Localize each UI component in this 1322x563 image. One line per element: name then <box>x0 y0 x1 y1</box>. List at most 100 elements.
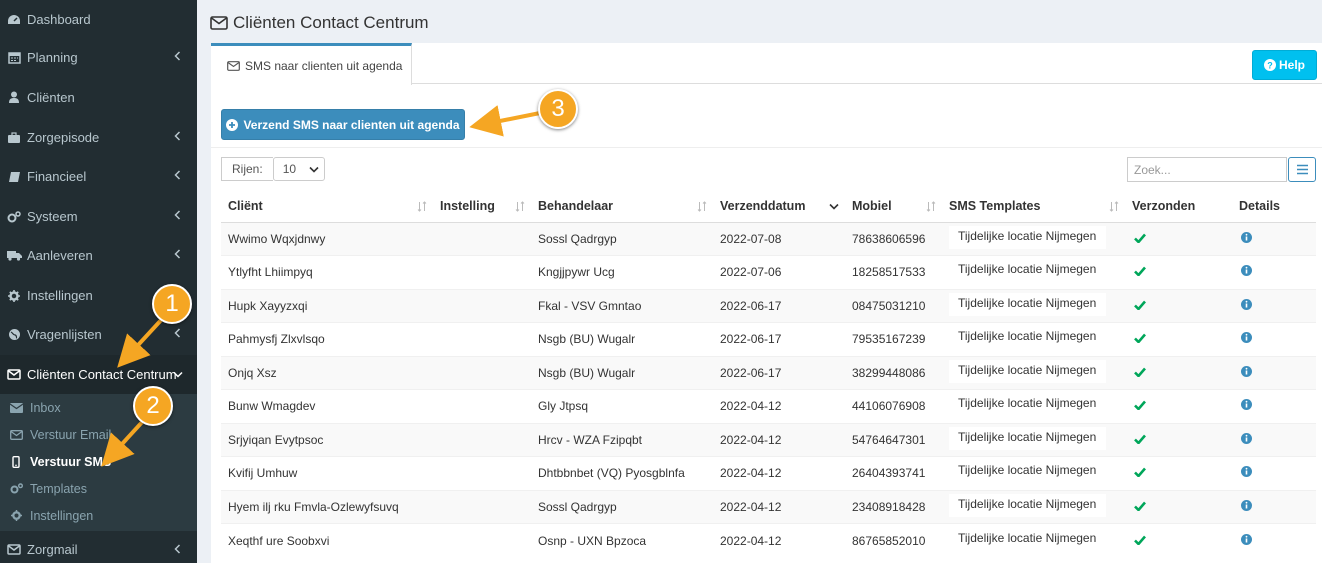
cell-verzonden <box>1125 221 1232 256</box>
submenu-item-label: Verstuur Email <box>30 427 112 442</box>
cell-details <box>1232 456 1316 490</box>
column-header[interactable]: Verzenddatum <box>713 190 845 223</box>
cell-instelling <box>433 489 531 524</box>
column-visibility-button[interactable] <box>1288 157 1316 182</box>
info-icon[interactable] <box>1241 231 1253 244</box>
column-header[interactable]: Mobiel <box>845 190 942 223</box>
template-label: Tijdelijke locatie Nijmegen <box>949 460 1107 484</box>
cell-client: Srjyiqan Evytpsoc <box>221 422 433 457</box>
info-icon[interactable] <box>1241 399 1253 411</box>
info-icon[interactable] <box>1241 332 1253 344</box>
cell-verzonden <box>1125 489 1232 524</box>
cell-details <box>1232 389 1316 423</box>
calendar-icon <box>6 51 22 65</box>
cell-behandelaar: Nsgb (BU) Wugalr <box>531 355 713 390</box>
cell-instelling <box>433 221 531 256</box>
template-label: Tijdelijke locatie Nijmegen <box>949 259 1107 283</box>
sidebar-item-aanleveren[interactable]: Aanleveren <box>0 236 197 275</box>
sidebar-item-zorgmail[interactable]: Zorgmail <box>0 531 197 563</box>
submenu-item-label: Verstuur SMS <box>30 454 112 469</box>
cell-behandelaar: Fkal - VSV Gmntao <box>531 288 713 323</box>
gear-icon <box>6 289 22 303</box>
submenu-item-templates[interactable]: Templates <box>0 475 197 502</box>
sidebar-item-zorgepisode[interactable]: Zorgepisode <box>0 118 197 157</box>
envelope-outline-icon <box>9 429 23 441</box>
sort-icon <box>697 201 707 212</box>
template-label: Tijdelijke locatie Nijmegen <box>949 426 1107 450</box>
cell-datum: 2022-04-12 <box>713 422 845 457</box>
cell-instelling <box>433 389 531 423</box>
cell-client: Wwimo Wqxjdnwy <box>221 221 433 256</box>
sidebar-item-clienten[interactable]: Cliënten <box>0 78 197 117</box>
cell-verzonden <box>1125 422 1232 457</box>
info-icon[interactable] <box>1241 432 1253 445</box>
table-header-row: Cliënt Instelling Behandelaar Verzenddatum M… <box>221 190 1316 223</box>
cell-details <box>1232 255 1316 289</box>
submenu-item-label: Instellingen <box>30 508 94 523</box>
column-header[interactable]: Instelling <box>433 190 531 223</box>
sidebar-item-label: Aanleveren <box>27 248 93 263</box>
cell-mobiel: 86765852010 <box>845 523 942 557</box>
cell-behandelaar: Gly Jtpsq <box>531 389 713 423</box>
cell-template: Tijdelijke locatie Nijmegen <box>942 389 1125 423</box>
submenu-item-label: Inbox <box>30 400 61 415</box>
table-row: Wwimo Wqxjdnwy Sossl Qadrgyp 2022-07-08 786… <box>221 221 1316 256</box>
envelope-icon <box>6 368 22 382</box>
column-header: Details <box>1232 190 1316 223</box>
help-button[interactable]: ? Help <box>1252 50 1317 80</box>
sidebar-item-dashboard[interactable]: Dashboard <box>0 0 197 39</box>
rows-select[interactable]: 10 <box>272 157 325 181</box>
cell-details <box>1232 221 1316 256</box>
check-icon <box>1134 535 1146 547</box>
info-icon[interactable] <box>1241 298 1253 311</box>
info-icon[interactable] <box>1241 466 1253 478</box>
sidebar-item-systeem[interactable]: Systeem <box>0 197 197 236</box>
sidebar-item-planning[interactable]: Planning <box>0 38 197 77</box>
info-icon[interactable] <box>1241 365 1253 378</box>
book-icon <box>6 170 22 184</box>
sidebar-item-clienten-contact-centrum[interactable]: Cliënten Contact Centrum <box>0 355 197 394</box>
table-row: Kvifij Umhuw Dhtbbnbet (VQ) Pyosgblnfa 202… <box>221 456 1316 490</box>
check-icon <box>1134 266 1146 278</box>
annotation-badge-1: 1 <box>152 284 192 324</box>
info-icon[interactable] <box>1241 499 1253 512</box>
dashboard-icon <box>6 13 22 27</box>
cell-template: Tijdelijke locatie Nijmegen <box>942 221 1125 256</box>
sidebar-item-label: Financieel <box>27 169 87 184</box>
send-sms-button[interactable]: Verzend SMS naar clienten uit agenda <box>221 109 465 140</box>
submenu-item-verstuur-sms[interactable]: Verstuur SMS <box>0 448 197 475</box>
cell-template: Tijdelijke locatie Nijmegen <box>942 523 1125 557</box>
cell-datum: 2022-04-12 <box>713 456 845 490</box>
tab-sms-naar-clienten[interactable]: SMS naar clienten uit agenda <box>211 43 412 85</box>
chevron-left-icon <box>174 210 181 220</box>
cell-template: Tijdelijke locatie Nijmegen <box>942 355 1125 390</box>
cell-instelling <box>433 255 531 289</box>
column-header[interactable]: Behandelaar <box>531 190 713 223</box>
column-header[interactable]: SMS Templates <box>942 190 1125 223</box>
cell-verzonden <box>1125 389 1232 423</box>
divider <box>211 147 1322 148</box>
submenu-item-instellingen[interactable]: Instellingen <box>0 502 197 529</box>
column-header[interactable]: Cliënt <box>221 190 433 223</box>
info-icon[interactable] <box>1241 533 1253 546</box>
menu-icon <box>1296 164 1308 175</box>
rows-select-value: 10 <box>282 162 297 176</box>
main-box: SMS naar clienten uit agenda ? Help Verz… <box>211 43 1322 563</box>
info-icon[interactable] <box>1241 265 1253 277</box>
table-row: Bunw Wmagdev Gly Jtpsq 2022-04-12 441060769… <box>221 389 1316 423</box>
sidebar: Dashboard Planning Cliënten Zorgepisode … <box>0 0 197 563</box>
cell-client: Bunw Wmagdev <box>221 389 433 423</box>
table-body: Wwimo Wqxjdnwy Sossl Qadrgyp 2022-07-08 786… <box>221 221 1316 557</box>
cell-details <box>1232 523 1316 557</box>
sort-desc-icon <box>829 203 839 210</box>
sidebar-item-financieel[interactable]: Financieel <box>0 157 197 196</box>
rows-label: Rijen: <box>221 157 273 181</box>
table-row: Pahmysfj Zlxvlsqo Nsgb (BU) Wugalr 2022-06… <box>221 322 1316 356</box>
cell-instelling <box>433 355 531 390</box>
cell-details <box>1232 355 1316 390</box>
search-input[interactable] <box>1127 157 1287 182</box>
cell-template: Tijdelijke locatie Nijmegen <box>942 255 1125 289</box>
submenu-item-label: Templates <box>30 481 87 496</box>
submenu-item-verstuur-email[interactable]: Verstuur Email <box>0 421 197 448</box>
svg-text:?: ? <box>1267 61 1273 71</box>
